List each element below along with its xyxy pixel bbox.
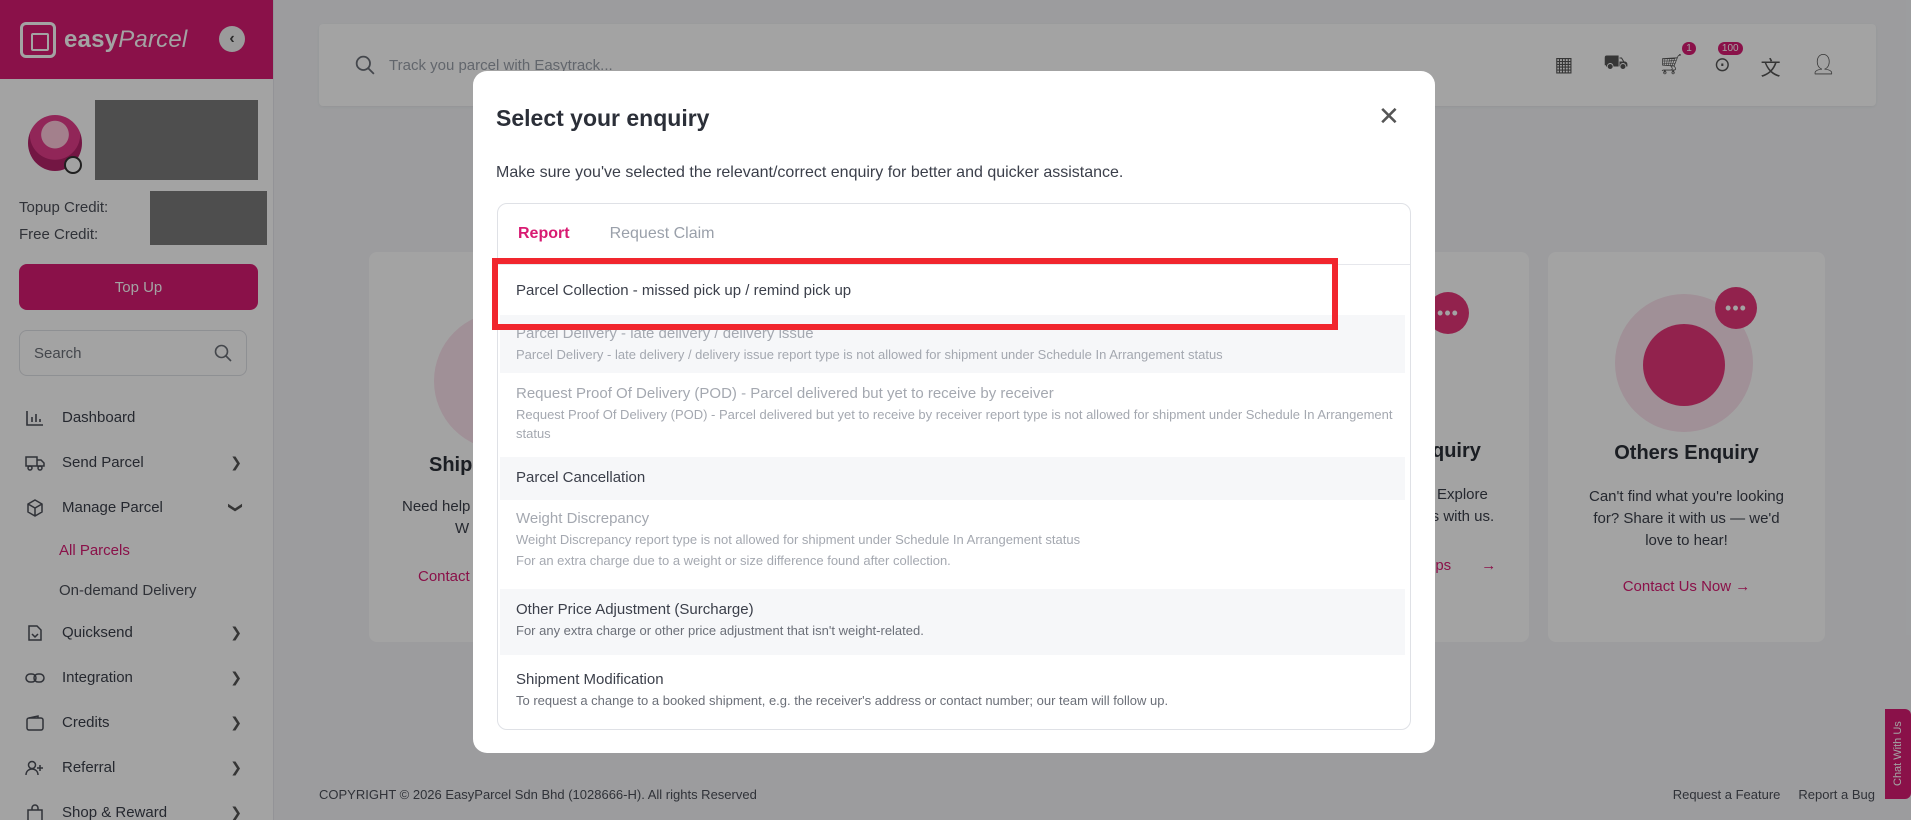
modal-description: Make sure you've selected the relevant/c… — [496, 164, 1124, 181]
option-desc: Weight Discrepancy report type is not al… — [516, 532, 1081, 547]
option-desc: Request Proof Of Delivery (POD) - Parcel… — [516, 407, 1393, 441]
option-request-pod: Request Proof Of Delivery (POD) - Parcel… — [500, 377, 1405, 447]
tab-request-claim[interactable]: Request Claim — [610, 225, 715, 243]
option-title: Request Proof Of Delivery (POD) - Parcel… — [516, 385, 1054, 402]
option-title: Weight Discrepancy — [516, 510, 650, 527]
option-desc: Parcel Delivery - late delivery / delive… — [516, 347, 1223, 362]
option-shipment-modification[interactable]: Shipment Modification To request a chang… — [500, 659, 1405, 725]
option-parcel-cancellation[interactable]: Parcel Cancellation — [500, 457, 1405, 500]
option-title: Shipment Modification — [516, 671, 664, 688]
select-enquiry-modal: Select your enquiry ✕ Make sure you've s… — [473, 71, 1435, 753]
enquiry-tabs: Report Request Claim — [498, 204, 1410, 265]
option-title: Other Price Adjustment (Surcharge) — [516, 601, 754, 618]
close-button[interactable]: ✕ — [1378, 103, 1400, 129]
option-desc: For an extra charge due to a weight or s… — [516, 553, 951, 568]
option-desc: For any extra charge or other price adju… — [516, 623, 924, 638]
highlight-box — [492, 258, 1338, 330]
option-other-price-adjustment[interactable]: Other Price Adjustment (Surcharge) For a… — [500, 589, 1405, 655]
modal-title: Select your enquiry — [496, 105, 710, 131]
option-title: Parcel Cancellation — [516, 469, 646, 486]
option-desc: To request a change to a booked shipment… — [516, 693, 1169, 708]
tab-report[interactable]: Report — [518, 225, 570, 243]
option-weight-discrepancy: Weight Discrepancy Weight Discrepancy re… — [500, 502, 1405, 572]
close-icon: ✕ — [1378, 101, 1400, 131]
